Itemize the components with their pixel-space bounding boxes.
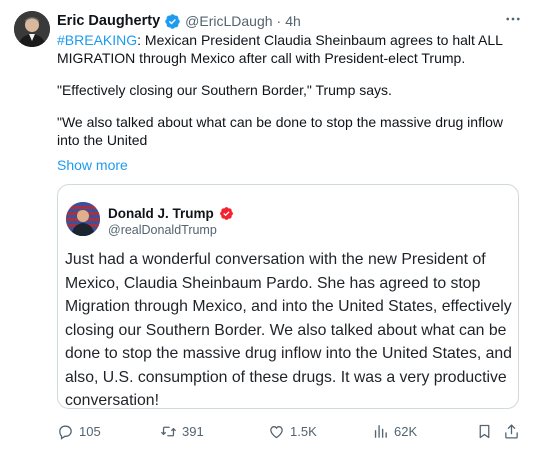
verified-badge-icon: [165, 13, 180, 29]
reply-button[interactable]: 105: [57, 419, 101, 443]
views-button[interactable]: 62K: [372, 419, 417, 443]
reply-icon: [59, 425, 72, 440]
like-button[interactable]: 1.5K: [268, 419, 317, 443]
hashtag-link[interactable]: #BREAKING: [57, 32, 137, 48]
view-count: 62K: [394, 423, 418, 439]
quoted-author[interactable]: Donald J. Trump: [108, 206, 234, 221]
quoted-avatar[interactable]: [66, 202, 100, 236]
author-name[interactable]: Eric Daugherty: [57, 13, 160, 29]
quoted-post[interactable]: Donald J. Trump @realDonaldTrump Just ha…: [57, 184, 519, 409]
tweet-text: #BREAKING: Mexican President Claudia She…: [57, 31, 517, 163]
tweet-header: Eric Daugherty @EricLDaugh · 4h: [57, 11, 301, 31]
verified-badge-icon: [219, 207, 233, 220]
repost-button[interactable]: 391: [160, 419, 204, 443]
timestamp[interactable]: 4h: [285, 13, 301, 29]
reply-count: 105: [79, 423, 101, 439]
quoted-author-name: Donald J. Trump: [108, 206, 214, 221]
more-button[interactable]: [500, 8, 526, 30]
like-icon: [270, 425, 283, 438]
quoted-text: Just had a wonderful conversation with t…: [65, 251, 512, 409]
views-icon: [374, 424, 387, 438]
repost-count: 391: [182, 423, 204, 439]
show-more-link[interactable]: Show more: [57, 157, 128, 173]
tweet-paragraph-2: "Effectively closing our Southern Border…: [57, 82, 392, 98]
bookmark-icon: [479, 424, 490, 438]
avatar[interactable]: [14, 11, 50, 47]
share-icon: [505, 423, 518, 439]
bookmark-button[interactable]: [476, 419, 498, 443]
tweet-paragraph-3: "We also talked about what can be done t…: [57, 114, 503, 148]
like-count: 1.5K: [290, 423, 317, 439]
more-icon: [506, 17, 520, 21]
author-handle[interactable]: @EricLDaugh: [185, 13, 272, 29]
share-button[interactable]: [503, 419, 525, 443]
separator-dot: ·: [276, 13, 282, 29]
quoted-author-handle[interactable]: @realDonaldTrump: [108, 223, 217, 237]
tweet[interactable]: Eric Daugherty @EricLDaugh · 4h #BREAKIN…: [0, 0, 534, 450]
action-bar: 105 391 1.5K 62K: [0, 419, 534, 443]
repost-icon: [161, 426, 176, 436]
